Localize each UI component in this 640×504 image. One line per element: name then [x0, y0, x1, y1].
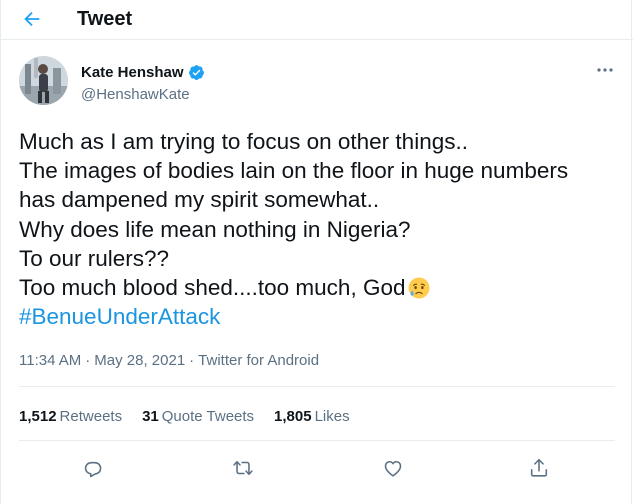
- author-handle[interactable]: @HenshawKate: [81, 86, 190, 103]
- tweet-line-with-emoji: Too much blood shed....too much, God: [19, 273, 619, 302]
- more-options-button[interactable]: [591, 60, 619, 80]
- divider: [19, 386, 615, 387]
- like-button[interactable]: [377, 452, 409, 484]
- tweet-line: Too much blood shed....too much, God: [19, 275, 406, 301]
- retweets-label: Retweets: [59, 408, 123, 425]
- verified-badge-icon: [188, 65, 204, 80]
- tweet-date[interactable]: May 28, 2021: [94, 352, 185, 369]
- likes-stat[interactable]: 1,805 Likes: [274, 408, 350, 425]
- retweets-stat[interactable]: 1,512 Retweets: [19, 408, 122, 425]
- author-header: Kate Henshaw @HenshawKate: [19, 56, 619, 112]
- back-button[interactable]: [15, 4, 49, 34]
- quote-tweets-label: Quote Tweets: [161, 408, 255, 425]
- meta-separator: ·: [189, 352, 195, 369]
- quote-tweets-count: 31: [142, 408, 159, 425]
- author-name-row: Kate Henshaw: [81, 64, 205, 81]
- retweets-count: 1,512: [19, 408, 57, 425]
- avatar-image: [19, 56, 68, 105]
- tweet-line: Much as I am trying to focus on other th…: [19, 129, 468, 154]
- tweet-time[interactable]: 11:34 AM: [19, 352, 81, 369]
- tweet-line: Why does life mean nothing in Nigeria?: [19, 216, 411, 242]
- tweet-line: has dampened my spirit somewhat..: [19, 187, 380, 213]
- tweet-line: The images of bodies lain on the floor i…: [19, 158, 569, 184]
- top-bar: Tweet: [1, 0, 633, 40]
- reply-button[interactable]: [77, 452, 109, 484]
- divider: [19, 440, 615, 441]
- tweet-metadata: 11:34 AM · May 28, 2021 · Twitter for An…: [19, 352, 323, 369]
- retweet-icon: [233, 460, 253, 476]
- tweet-source-app[interactable]: Twitter for Android: [198, 352, 319, 369]
- engagement-stats: 1,512 Retweets 31 Quote Tweets 1,805 Likes: [19, 408, 370, 425]
- back-arrow-icon: [24, 11, 40, 27]
- hashtag-link[interactable]: #BenueUnderAttack: [19, 302, 619, 331]
- quote-tweets-stat[interactable]: 31 Quote Tweets: [142, 408, 254, 425]
- avatar[interactable]: [19, 56, 68, 105]
- tweet-page: Tweet Kate Henshaw @HenshawKate Much as …: [0, 0, 633, 504]
- likes-count: 1,805: [274, 408, 312, 425]
- tweet-line: To our rulers??: [19, 245, 170, 271]
- more-icon: [597, 68, 613, 72]
- crying-face-emoji-icon: [408, 277, 430, 299]
- action-bar: [1, 452, 633, 484]
- tweet-text: Much as I am trying to focus on other th…: [19, 127, 619, 331]
- page-title: Tweet: [77, 8, 133, 30]
- author-name[interactable]: Kate Henshaw: [81, 64, 184, 81]
- like-icon: [384, 460, 402, 477]
- likes-label: Likes: [314, 408, 350, 425]
- share-icon: [530, 458, 548, 477]
- meta-separator: ·: [85, 352, 91, 369]
- share-button[interactable]: [523, 452, 555, 484]
- reply-icon: [84, 461, 102, 478]
- retweet-button[interactable]: [227, 452, 259, 484]
